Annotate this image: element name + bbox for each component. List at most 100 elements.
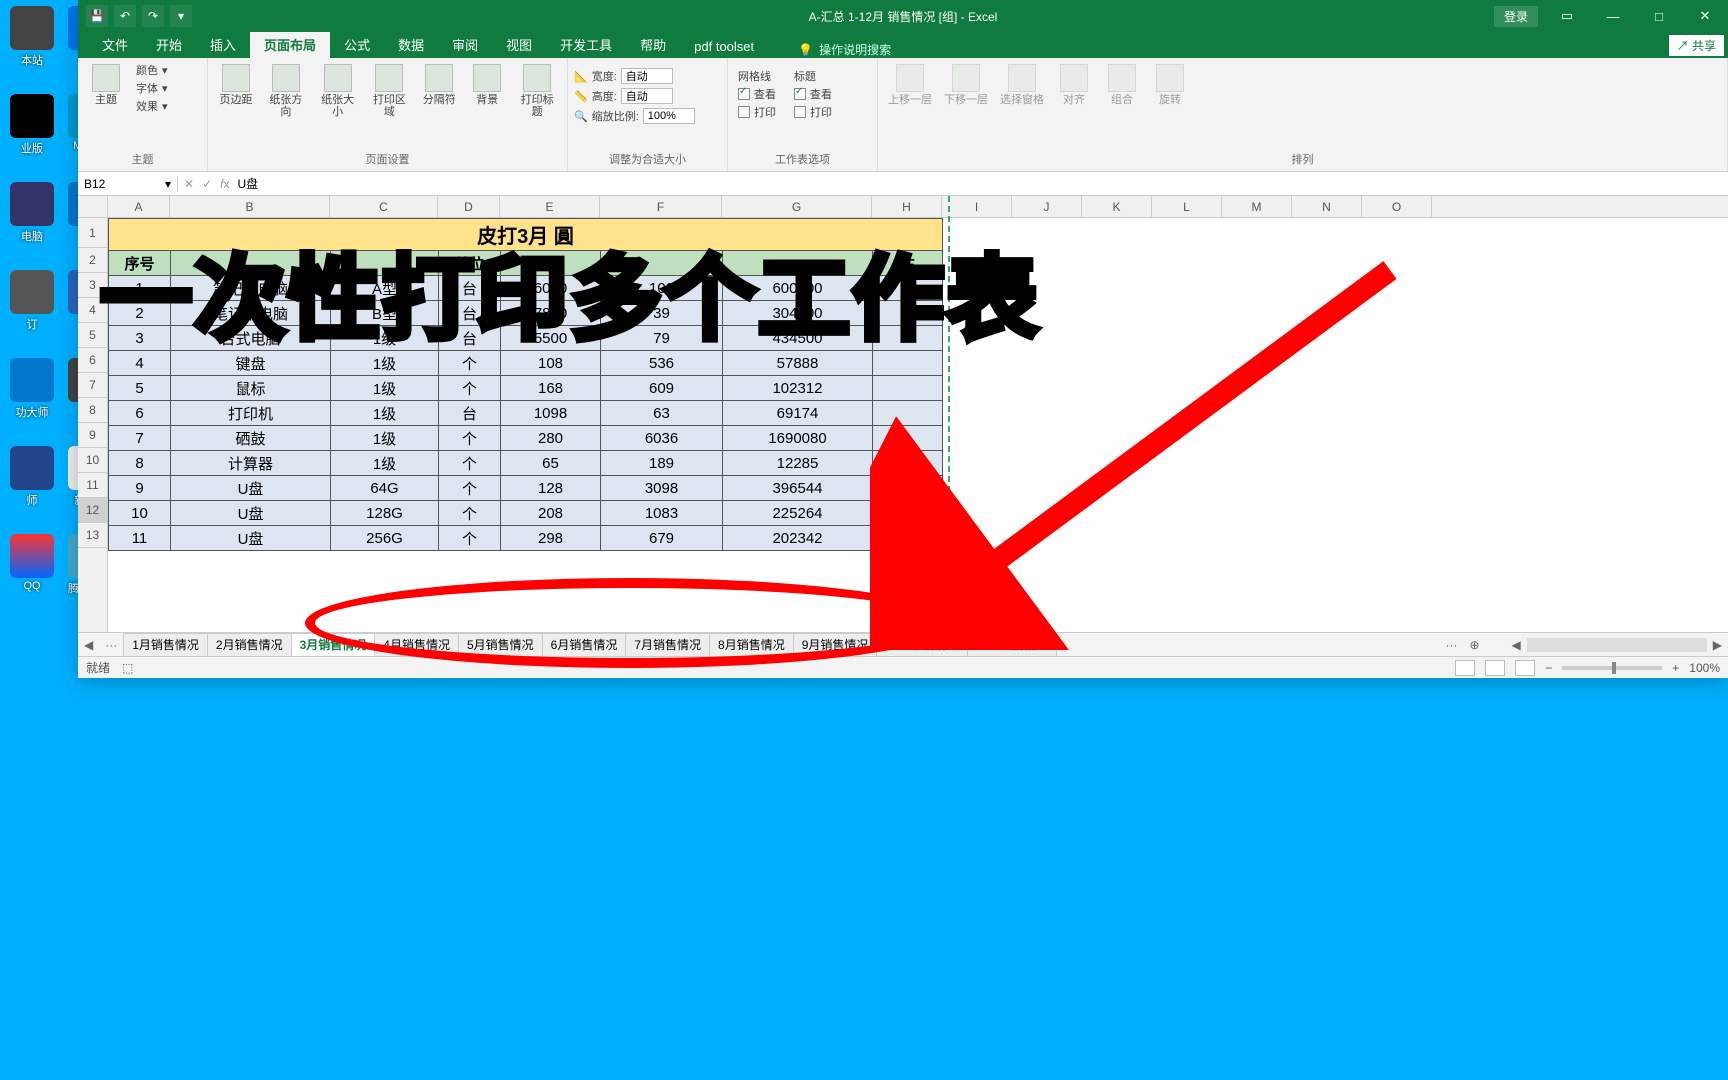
cell[interactable]: 102312 <box>723 376 873 401</box>
new-sheet-icon[interactable]: ⊕ <box>1463 638 1485 652</box>
zoom-level[interactable]: 100% <box>1689 661 1720 675</box>
desktop-icon[interactable]: 电脑 <box>2 182 62 252</box>
rotate-button[interactable]: 旋转 <box>1148 62 1192 108</box>
cell[interactable]: 189 <box>601 451 723 476</box>
cell[interactable]: 12285 <box>723 451 873 476</box>
cell[interactable] <box>873 401 943 426</box>
undo-icon[interactable]: ↶ <box>114 5 136 27</box>
headings-view-check[interactable]: 查看 <box>794 86 832 102</box>
cell[interactable] <box>873 376 943 401</box>
width-input[interactable] <box>621 68 673 84</box>
cell[interactable]: 256G <box>331 526 439 551</box>
cell[interactable]: 9 <box>109 476 171 501</box>
column-header[interactable]: O <box>1362 196 1432 218</box>
tab-page-layout[interactable]: 页面布局 <box>250 31 330 58</box>
gridlines-print-check[interactable]: 打印 <box>738 104 776 120</box>
cell[interactable]: 609 <box>601 376 723 401</box>
row-header[interactable]: 9 <box>78 423 108 448</box>
cell[interactable]: 208 <box>501 501 601 526</box>
cell[interactable]: 7 <box>109 426 171 451</box>
tab-developer[interactable]: 开发工具 <box>546 31 626 58</box>
sheet-tab[interactable]: 7月销售情况 <box>625 633 710 656</box>
desktop-icon[interactable]: 订 <box>2 270 62 340</box>
sheet-tab[interactable]: 10月销售情况 <box>876 633 967 656</box>
cell[interactable]: 个 <box>439 451 501 476</box>
row-header[interactable]: 12 <box>78 498 108 523</box>
zoom-slider[interactable] <box>1562 666 1662 670</box>
send-backward-button[interactable]: 下移一层 <box>940 62 992 108</box>
hscroll-left-icon[interactable]: ◀ <box>1506 638 1527 652</box>
enter-formula-icon[interactable]: ✓ <box>202 177 212 191</box>
sheet-tab[interactable]: 8月销售情况 <box>709 633 794 656</box>
desktop-icon[interactable]: 功大师 <box>2 358 62 428</box>
tab-file[interactable]: 文件 <box>88 31 142 58</box>
sheet-tab[interactable]: 4月销售情况 <box>374 633 459 656</box>
table-row[interactable]: 6打印机1级台10986369174 <box>109 401 943 426</box>
selection-pane-button[interactable]: 选择窗格 <box>996 62 1048 108</box>
row-header[interactable]: 13 <box>78 523 108 548</box>
cell[interactable]: U盘 <box>171 526 331 551</box>
table-row[interactable]: 9U盘64G个1283098396544 <box>109 476 943 501</box>
hscroll-right-icon[interactable]: ▶ <box>1707 638 1728 652</box>
column-header[interactable]: J <box>1012 196 1082 218</box>
sheet-tab[interactable]: 3月销售情况 <box>291 633 376 656</box>
select-all-corner[interactable] <box>78 196 108 218</box>
column-header[interactable]: H <box>872 196 942 218</box>
cell[interactable]: 8 <box>109 451 171 476</box>
tab-view[interactable]: 视图 <box>492 31 546 58</box>
desktop-icon[interactable]: QQ <box>2 534 62 604</box>
cell[interactable]: 6 <box>109 401 171 426</box>
sheet-tab[interactable]: 6月销售情况 <box>542 633 627 656</box>
bring-forward-button[interactable]: 上移一层 <box>884 62 936 108</box>
cell[interactable]: 1级 <box>331 426 439 451</box>
column-header[interactable]: L <box>1152 196 1222 218</box>
cell[interactable]: U盘 <box>171 476 331 501</box>
column-header[interactable]: G <box>722 196 872 218</box>
sheet-tab[interactable]: 1月销售情况 <box>123 633 208 656</box>
column-header[interactable]: D <box>438 196 500 218</box>
sheet-tab[interactable]: 11月销售情况 <box>967 633 1057 656</box>
cell[interactable]: 3098 <box>601 476 723 501</box>
column-header[interactable]: C <box>330 196 438 218</box>
cell[interactable]: 1级 <box>331 451 439 476</box>
qat-dropdown-icon[interactable]: ▾ <box>170 5 192 27</box>
tab-insert[interactable]: 插入 <box>196 31 250 58</box>
cell[interactable]: 个 <box>439 526 501 551</box>
colors-button[interactable]: 颜色 ▾ <box>132 62 168 78</box>
cell[interactable]: 鼠标 <box>171 376 331 401</box>
cell[interactable]: 台 <box>439 401 501 426</box>
cell[interactable]: 个 <box>439 476 501 501</box>
background-button[interactable]: 背景 <box>465 62 509 108</box>
desktop-icon[interactable]: 师 <box>2 446 62 516</box>
redo-icon[interactable]: ↷ <box>142 5 164 27</box>
maximize-icon[interactable]: □ <box>1636 0 1682 32</box>
ribbon-options-icon[interactable]: ▭ <box>1544 0 1590 32</box>
cell[interactable]: 396544 <box>723 476 873 501</box>
column-header[interactable]: E <box>500 196 600 218</box>
share-button[interactable]: ↗ 共享 <box>1669 35 1724 56</box>
column-header[interactable]: K <box>1082 196 1152 218</box>
tab-home[interactable]: 开始 <box>142 31 196 58</box>
cell[interactable] <box>873 476 943 501</box>
cell[interactable]: 128 <box>501 476 601 501</box>
table-row[interactable]: 7硒鼓1级个28060361690080 <box>109 426 943 451</box>
cell[interactable]: 打印机 <box>171 401 331 426</box>
cell[interactable]: 1083 <box>601 501 723 526</box>
cell[interactable]: 69174 <box>723 401 873 426</box>
headings-print-check[interactable]: 打印 <box>794 104 832 120</box>
cell[interactable]: 硒鼓 <box>171 426 331 451</box>
margins-button[interactable]: 页边距 <box>214 62 258 108</box>
cell[interactable]: 225264 <box>723 501 873 526</box>
group-button[interactable]: 组合 <box>1100 62 1144 108</box>
cell[interactable]: 128G <box>331 501 439 526</box>
cell[interactable]: 168 <box>501 376 601 401</box>
table-row[interactable]: 10U盘128G个2081083225264 <box>109 501 943 526</box>
cell[interactable]: 298 <box>501 526 601 551</box>
login-button[interactable]: 登录 <box>1494 6 1538 27</box>
close-icon[interactable]: ✕ <box>1682 0 1728 32</box>
save-icon[interactable]: 💾 <box>86 5 108 27</box>
fx-icon[interactable]: fx <box>220 177 229 191</box>
column-header[interactable]: A <box>108 196 170 218</box>
name-box[interactable]: B12▾ <box>78 177 178 191</box>
zoom-in-icon[interactable]: + <box>1672 661 1679 675</box>
